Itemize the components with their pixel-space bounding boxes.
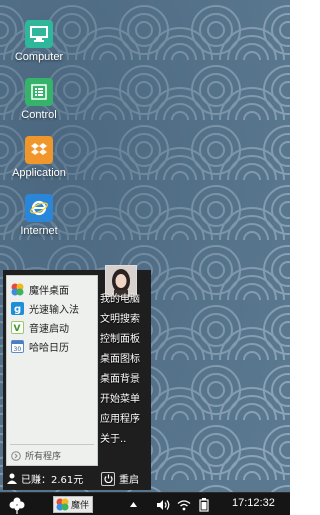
clover-start-icon xyxy=(9,497,25,514)
start-menu-links: 我的电脑 文明搜索 控制面板 桌面图标 桌面背景 开始菜单 应用程序 关于.. xyxy=(99,275,149,464)
start-button[interactable] xyxy=(8,496,26,514)
pinwheel-icon xyxy=(11,283,24,296)
app-item-haha-calendar[interactable]: 30 哈哈日历 xyxy=(11,338,69,354)
start-menu-app-list: 魔伴桌面 g 光速输入法 V 音速启动 30 哈哈日历 所有程序 xyxy=(6,275,98,466)
computer-icon xyxy=(25,20,53,48)
dropbox-box-icon xyxy=(25,136,53,164)
battery-icon xyxy=(199,497,209,512)
v-launcher-icon: V xyxy=(11,320,24,334)
link-desktop-background[interactable]: 桌面背景 xyxy=(100,370,140,385)
link-my-computer[interactable]: 我的电脑 xyxy=(100,290,140,305)
link-about[interactable]: 关于.. xyxy=(100,430,126,445)
desktop: Computer Control Application Internet 魔伴… xyxy=(0,0,290,515)
desktop-icon-label: Computer xyxy=(14,51,64,63)
pinwheel-icon xyxy=(56,498,69,511)
volume-icon xyxy=(157,499,170,510)
start-menu: 魔伴桌面 g 光速输入法 V 音速启动 30 哈哈日历 所有程序 我的电脑 文明… xyxy=(3,265,151,490)
app-item-label: 哈哈日历 xyxy=(29,342,69,354)
all-programs-button[interactable]: 所有程序 xyxy=(11,449,61,462)
wifi-button[interactable] xyxy=(177,496,191,513)
desktop-icon-internet[interactable]: Internet xyxy=(10,194,68,237)
taskbar-clock[interactable]: 17:12:32 xyxy=(232,497,275,509)
volume-button[interactable] xyxy=(157,496,171,513)
app-item-moban-desktop[interactable]: 魔伴桌面 xyxy=(11,281,69,297)
desktop-icon-label: Application xyxy=(12,167,66,179)
svg-text:30: 30 xyxy=(14,346,22,352)
restart-label: 重启 xyxy=(119,475,139,486)
link-search[interactable]: 文明搜索 xyxy=(100,310,140,325)
internet-explorer-icon xyxy=(25,194,53,222)
divider xyxy=(10,444,94,445)
app-item-yinsu-launcher[interactable]: V 音速启动 xyxy=(11,319,69,335)
app-item-label: 魔伴桌面 xyxy=(29,285,69,297)
svg-text:V: V xyxy=(14,324,21,333)
link-start-menu[interactable]: 开始菜单 xyxy=(100,390,140,405)
earned-status: 已赚：2.61元 xyxy=(7,471,83,486)
control-list-icon xyxy=(25,78,53,106)
tray-expand-button[interactable] xyxy=(129,496,138,513)
desktop-icon-application[interactable]: Application xyxy=(10,136,68,179)
app-item-guangsu-input[interactable]: g 光速输入法 xyxy=(11,300,79,316)
wifi-icon xyxy=(177,499,191,510)
svg-text:g: g xyxy=(14,304,21,315)
user-money-icon xyxy=(7,473,17,484)
desktop-icon-label: Control xyxy=(21,109,57,121)
link-desktop-icons[interactable]: 桌面图标 xyxy=(100,350,140,365)
desktop-icon-label: Internet xyxy=(20,225,58,237)
all-programs-label: 所有程序 xyxy=(25,452,62,462)
app-item-label: 光速输入法 xyxy=(29,304,79,316)
taskbar-task-label: 魔伴 xyxy=(71,501,90,511)
g-keyboard-icon: g xyxy=(11,301,24,315)
desktop-icon-control[interactable]: Control xyxy=(10,78,68,121)
arrow-right-circle-icon xyxy=(11,450,21,461)
taskbar-task-moban[interactable]: 魔伴 xyxy=(53,496,93,513)
power-icon xyxy=(101,471,115,486)
link-applications[interactable]: 应用程序 xyxy=(100,410,140,425)
link-control-panel[interactable]: 控制面板 xyxy=(100,330,140,345)
taskbar: 魔伴 17:12:32 xyxy=(0,492,290,515)
app-item-label: 音速启动 xyxy=(29,323,69,335)
chevron-up-icon xyxy=(130,502,137,507)
battery-button[interactable] xyxy=(199,496,209,513)
calendar-icon: 30 xyxy=(11,339,24,353)
restart-button[interactable]: 重启 xyxy=(101,471,139,486)
desktop-icon-computer[interactable]: Computer xyxy=(10,20,68,63)
earned-text: 已赚：2.61元 xyxy=(21,475,84,486)
